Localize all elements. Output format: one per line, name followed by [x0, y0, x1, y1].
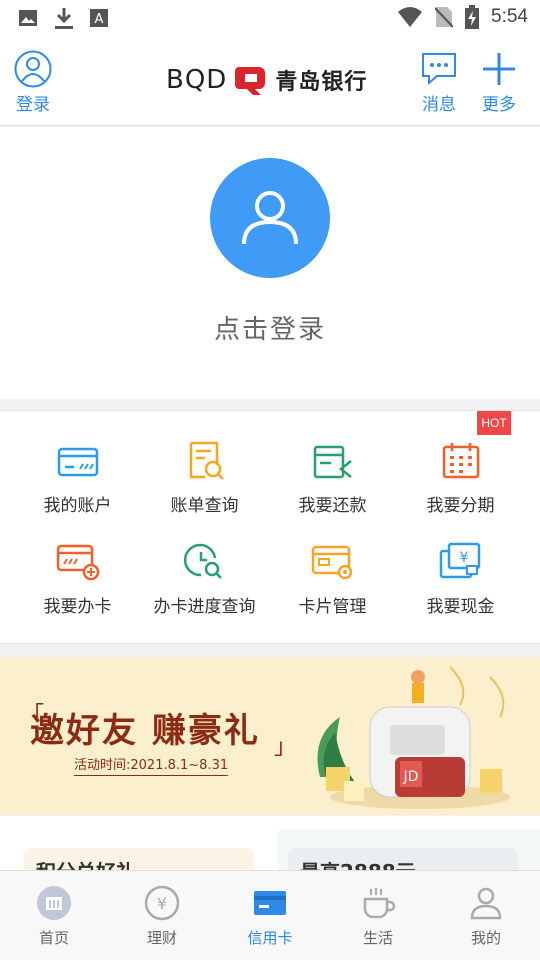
status-time: 5:54 [491, 6, 528, 27]
download-icon [55, 8, 73, 29]
repay-icon [313, 445, 352, 479]
app-header: 登录 BQD 青岛银行 消息 更多 [0, 36, 540, 126]
promo-gifts-illustration: JD [317, 666, 510, 809]
grid-item-cash[interactable]: ¥ 我要现金 [393, 542, 528, 617]
credit-card-icon [254, 891, 286, 915]
tab-credit-card[interactable]: 信用卡 [216, 885, 324, 948]
svg-text:JD: JD [403, 769, 419, 785]
grid-item-my-account[interactable]: 我的账户 [10, 441, 145, 516]
tab-label: 信用卡 [247, 929, 293, 947]
avatar[interactable] [210, 158, 330, 278]
plus-icon [483, 53, 515, 85]
grid-label: 我的账户 [43, 496, 112, 516]
grid-label: 办卡进度查询 [153, 597, 256, 617]
tab-label: 我的 [470, 929, 501, 947]
tab-life[interactable]: 生活 [324, 885, 432, 948]
tab-label: 生活 [362, 929, 393, 947]
grid-label: 账单查询 [170, 496, 239, 516]
person-icon [470, 887, 502, 920]
bank-name: 青岛银行 [275, 70, 368, 95]
progress-search-icon [183, 543, 222, 579]
tab-wealth[interactable]: ¥ 理财 [108, 885, 216, 948]
home-bank-icon [37, 886, 71, 920]
tab-home[interactable]: 首页 [0, 885, 108, 948]
more-button[interactable]: 更多 [480, 50, 518, 115]
grid-item-apply-card[interactable]: 我要办卡 [10, 542, 145, 617]
card-settings-icon [311, 545, 352, 580]
banner-title: 邀好友 赚豪礼 [30, 711, 260, 751]
grid-label: 我要还款 [298, 496, 367, 516]
status-bar: A 5:54 [0, 0, 540, 36]
svg-text:A: A [95, 12, 104, 27]
banner-date: 活动时间:2021.8.1~8.31 [74, 754, 229, 776]
battery-charging-icon [465, 5, 480, 29]
svg-text:¥: ¥ [157, 894, 167, 913]
grid-item-card-management[interactable]: 卡片管理 [265, 542, 400, 617]
account-card-icon [57, 447, 98, 477]
cash-card-icon: ¥ [439, 542, 480, 579]
promo-banner[interactable]: 「 邀好友 赚豪礼 」 活动时间:2021.8.1~8.31 JD [0, 657, 540, 815]
grid-label: 我要办卡 [43, 597, 112, 617]
grid-label: 我要现金 [426, 597, 495, 617]
image-icon [19, 10, 37, 26]
svg-text:¥: ¥ [459, 550, 468, 566]
grid-item-bill-query[interactable]: 账单查询 [137, 441, 272, 516]
quote-close: 」 [274, 735, 297, 760]
login-button[interactable]: 登录 [14, 50, 52, 115]
user-circle-icon [14, 50, 52, 88]
wifi-icon [398, 7, 423, 27]
tab-label: 理财 [146, 929, 177, 947]
messages-label: 消息 [422, 95, 456, 115]
bottom-tabbar: 首页 ¥ 理财 信用卡 生活 我的 [0, 870, 540, 960]
apply-card-icon [56, 544, 99, 581]
feature-cards: 积分兑好礼 最高2888元 [0, 816, 540, 890]
function-grid: HOT 我的账户 账单查询 我要还款 我要分期 我要办卡 办卡进度查询 卡片管理… [0, 410, 540, 644]
message-icon [422, 53, 456, 86]
login-label: 登录 [16, 95, 50, 115]
login-card[interactable]: 点击登录 [0, 127, 540, 399]
login-prompt[interactable]: 点击登录 [0, 309, 540, 346]
grid-item-installment[interactable]: 我要分期 [393, 441, 528, 516]
yuan-coin-icon: ¥ [144, 885, 180, 921]
grid-item-repay[interactable]: 我要还款 [265, 441, 400, 516]
a-icon: A [90, 9, 108, 27]
messages-button[interactable]: 消息 [420, 50, 458, 115]
logo-text: BQD [166, 65, 228, 95]
bank-logo: BQD 青岛银行 [166, 64, 367, 96]
calendar-icon [442, 443, 479, 479]
tab-label: 首页 [38, 929, 69, 947]
grid-label: 卡片管理 [298, 597, 367, 617]
hot-badge: HOT [477, 411, 511, 435]
tab-mine[interactable]: 我的 [432, 885, 540, 948]
more-label: 更多 [482, 95, 516, 115]
user-avatar-icon [242, 191, 298, 245]
bqd-logo-icon [235, 67, 266, 95]
grid-label: 我要分期 [426, 496, 495, 516]
coffee-cup-icon [363, 888, 396, 919]
grid-item-card-progress[interactable]: 办卡进度查询 [137, 542, 272, 617]
bill-search-icon [189, 441, 224, 480]
no-sim-icon [435, 7, 454, 28]
